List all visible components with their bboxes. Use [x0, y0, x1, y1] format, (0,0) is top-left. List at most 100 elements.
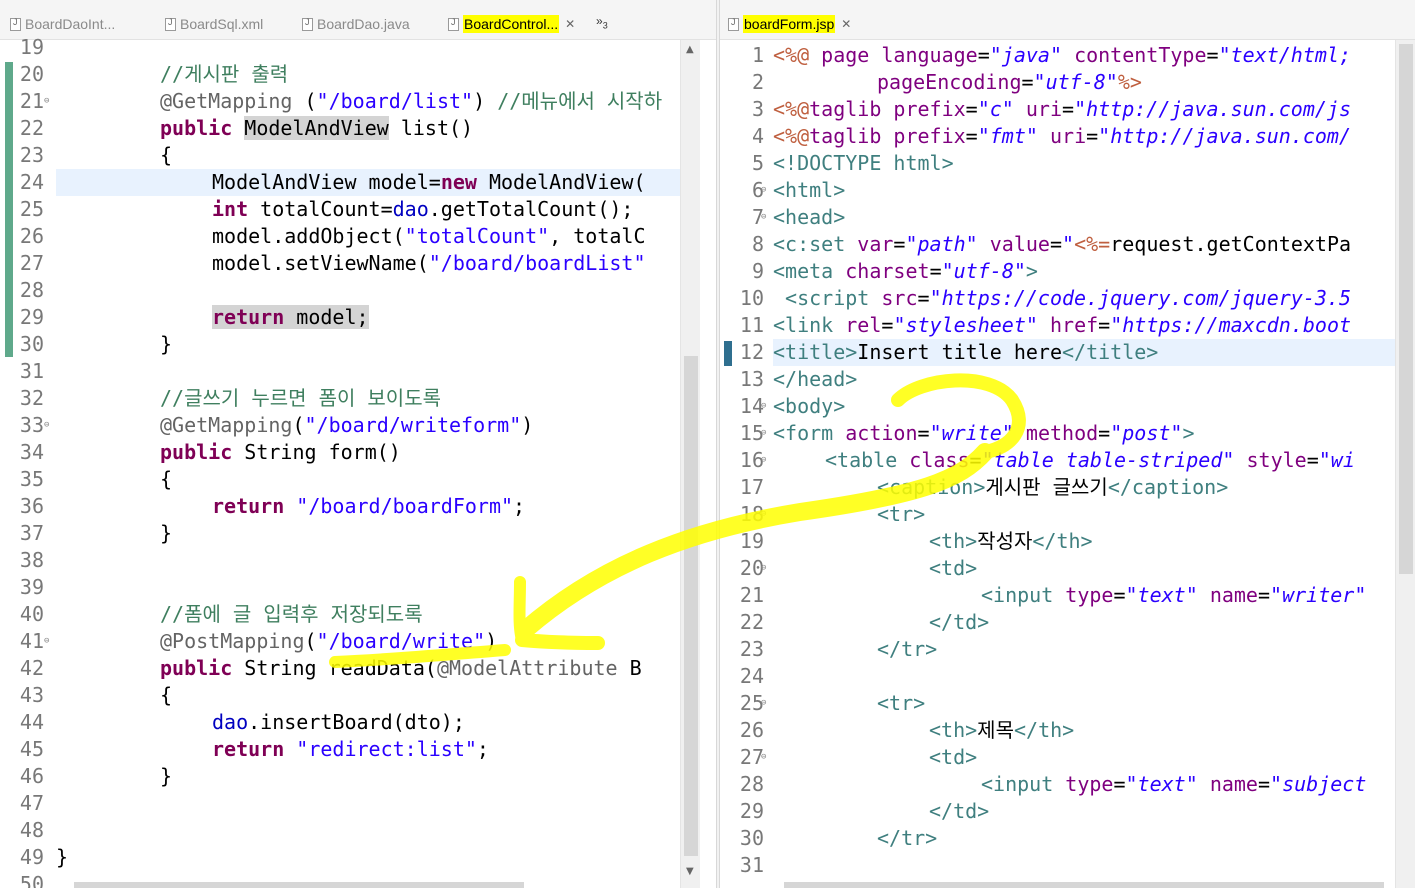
code-text[interactable]: </tr> — [877, 636, 937, 663]
scrollbar-thumb[interactable] — [684, 356, 698, 856]
close-tab-icon[interactable]: ✕ — [565, 17, 575, 31]
line-number: 34 — [19, 440, 44, 464]
code-text[interactable]: pageEncoding="utf-8"%> — [877, 69, 1142, 96]
fold-toggle-icon[interactable]: ⊖ — [761, 393, 766, 420]
tab-boardform[interactable]: boardForm.jsp ✕ — [728, 12, 851, 36]
code-token: <script — [785, 286, 870, 310]
code-text[interactable]: <!DOCTYPE html> — [773, 150, 954, 177]
java-editor-pane[interactable]: BoardDaoInt... BoardSql.xml BoardDao.jav… — [0, 0, 716, 888]
code-text[interactable]: @GetMapping ("/board/list") //메뉴에서 시작하 — [160, 88, 662, 115]
tab-boardsql[interactable]: BoardSql.xml — [165, 12, 263, 36]
fold-toggle-icon[interactable]: ⊖ — [761, 555, 766, 582]
code-text[interactable]: <th>작성자</th> — [929, 528, 1093, 555]
line-number: 17 — [739, 475, 764, 499]
jsp-horizontal-scrollbar[interactable] — [784, 882, 1384, 888]
code-text[interactable]: </tr> — [877, 825, 937, 852]
jsp-vertical-scrollbar[interactable] — [1395, 40, 1415, 888]
code-text[interactable]: @PostMapping("/board/write") — [160, 628, 497, 655]
code-text[interactable]: <link rel="stylesheet" href="https://max… — [773, 312, 1351, 339]
java-vertical-scrollbar[interactable]: ▲ ▼ — [680, 40, 700, 888]
fold-toggle-icon[interactable]: ⊖ — [761, 177, 766, 204]
code-text[interactable]: <meta charset="utf-8"> — [773, 258, 1038, 285]
code-text[interactable]: <input type="text" name="writer" — [981, 582, 1366, 609]
scroll-up-arrow-icon[interactable]: ▲ — [686, 44, 694, 55]
fold-toggle-icon[interactable]: ⊖ — [761, 690, 766, 717]
code-token: <%@ — [773, 124, 810, 148]
fold-toggle-icon[interactable]: ⊖ — [761, 204, 766, 231]
code-token: = — [917, 421, 930, 445]
java-horizontal-scrollbar[interactable] — [74, 882, 524, 888]
code-text[interactable]: return "/board/boardForm"; — [212, 493, 525, 520]
line-number: 40 — [19, 602, 44, 626]
code-text[interactable]: <table class="table table-striped" style… — [825, 447, 1355, 474]
line-number: 37 — [19, 521, 44, 545]
fold-toggle-icon[interactable]: ⊖ — [761, 501, 766, 528]
fold-toggle-icon[interactable]: ⊖ — [44, 88, 49, 115]
tab-boardcontroller[interactable]: BoardControl... ✕ — [448, 12, 575, 36]
code-text[interactable]: } — [160, 763, 172, 790]
close-tab-icon[interactable]: ✕ — [841, 17, 851, 31]
code-text[interactable]: return "redirect:list"; — [212, 736, 489, 763]
code-text[interactable]: <c:set var="path" value="<%=request.getC… — [773, 231, 1351, 258]
code-text[interactable]: </head> — [773, 366, 857, 393]
scroll-down-arrow-icon[interactable]: ▼ — [686, 866, 694, 877]
code-text[interactable]: </td> — [929, 798, 989, 825]
code-token: <%@ — [773, 97, 810, 121]
code-text[interactable]: <tr> — [877, 501, 925, 528]
code-token: //폼에 글 입력후 저장되도록 — [160, 602, 423, 626]
jsp-editor-pane[interactable]: boardForm.jsp ✕ 1<%@ page language="java… — [720, 0, 1415, 888]
code-text[interactable]: <%@taglib prefix="c" uri="http://java.su… — [773, 96, 1351, 123]
code-text[interactable]: } — [160, 331, 172, 358]
code-text[interactable]: <head> — [773, 204, 845, 231]
tab-boarddao[interactable]: BoardDao.java — [302, 12, 410, 36]
code-text[interactable]: <%@ page language="java" contentType="te… — [773, 42, 1351, 69]
code-token: = — [1062, 97, 1075, 121]
code-text[interactable]: model.setViewName("/board/boardList" — [212, 250, 646, 277]
code-text[interactable]: //게시판 출력 — [160, 61, 288, 88]
line-number: 6 — [751, 178, 764, 202]
code-text[interactable]: //폼에 글 입력후 저장되도록 — [160, 601, 423, 628]
code-text[interactable]: <html> — [773, 177, 845, 204]
code-text[interactable]: } — [56, 844, 68, 871]
code-text[interactable]: <input type="text" name="subject — [981, 771, 1366, 798]
code-text[interactable]: <tr> — [877, 690, 925, 717]
code-text[interactable]: <th>제목</th> — [929, 717, 1074, 744]
code-text[interactable]: public ModelAndView list() — [160, 115, 473, 142]
scrollbar-thumb[interactable] — [1399, 44, 1413, 574]
code-text[interactable]: <script src="https://code.jquery.com/jqu… — [773, 285, 1351, 312]
code-text[interactable]: { — [160, 682, 172, 709]
code-text[interactable]: ModelAndView model=new ModelAndView( — [212, 169, 646, 196]
code-text[interactable]: { — [160, 142, 172, 169]
code-text[interactable]: <form action="write" method="post"> — [773, 420, 1195, 447]
code-text[interactable]: <title>Insert title here</title> — [773, 339, 1158, 366]
code-text[interactable]: dao.insertBoard(dto); — [212, 709, 465, 736]
code-text[interactable]: <%@taglib prefix="fmt" uri="http://java.… — [773, 123, 1351, 150]
code-token: @PostMapping — [160, 629, 305, 653]
code-text[interactable]: public String form() — [160, 439, 401, 466]
code-text[interactable]: public String readData(@ModelAttribute B — [160, 655, 642, 682]
code-text[interactable]: int totalCount=dao.getTotalCount(); — [212, 196, 633, 223]
code-text[interactable]: <td> — [929, 555, 977, 582]
tab-overflow-button[interactable]: »3 — [596, 14, 608, 30]
code-text[interactable]: model.addObject("totalCount", totalC — [212, 223, 645, 250]
code-text[interactable]: </td> — [929, 609, 989, 636]
code-text[interactable]: <caption>게시판 글쓰기</caption> — [877, 474, 1228, 501]
code-text[interactable]: return model; — [212, 304, 369, 331]
fold-toggle-icon[interactable]: ⊖ — [44, 628, 49, 655]
fold-toggle-icon[interactable]: ⊖ — [761, 447, 766, 474]
code-text[interactable]: @GetMapping("/board/writeform") — [160, 412, 533, 439]
code-text[interactable]: } — [160, 520, 172, 547]
code-text[interactable]: <body> — [773, 393, 845, 420]
fold-toggle-icon[interactable]: ⊖ — [761, 744, 766, 771]
code-token: = — [977, 43, 990, 67]
code-text[interactable]: //글쓰기 누르면 폼이 보이도록 — [160, 385, 441, 412]
code-text[interactable]: <td> — [929, 744, 977, 771]
tab-boarddaointerface[interactable]: BoardDaoInt... — [10, 12, 115, 36]
fold-toggle-icon[interactable]: ⊖ — [761, 420, 766, 447]
fold-toggle-icon[interactable]: ⊖ — [44, 412, 49, 439]
code-token: = — [1306, 448, 1319, 472]
code-text[interactable]: { — [160, 466, 172, 493]
